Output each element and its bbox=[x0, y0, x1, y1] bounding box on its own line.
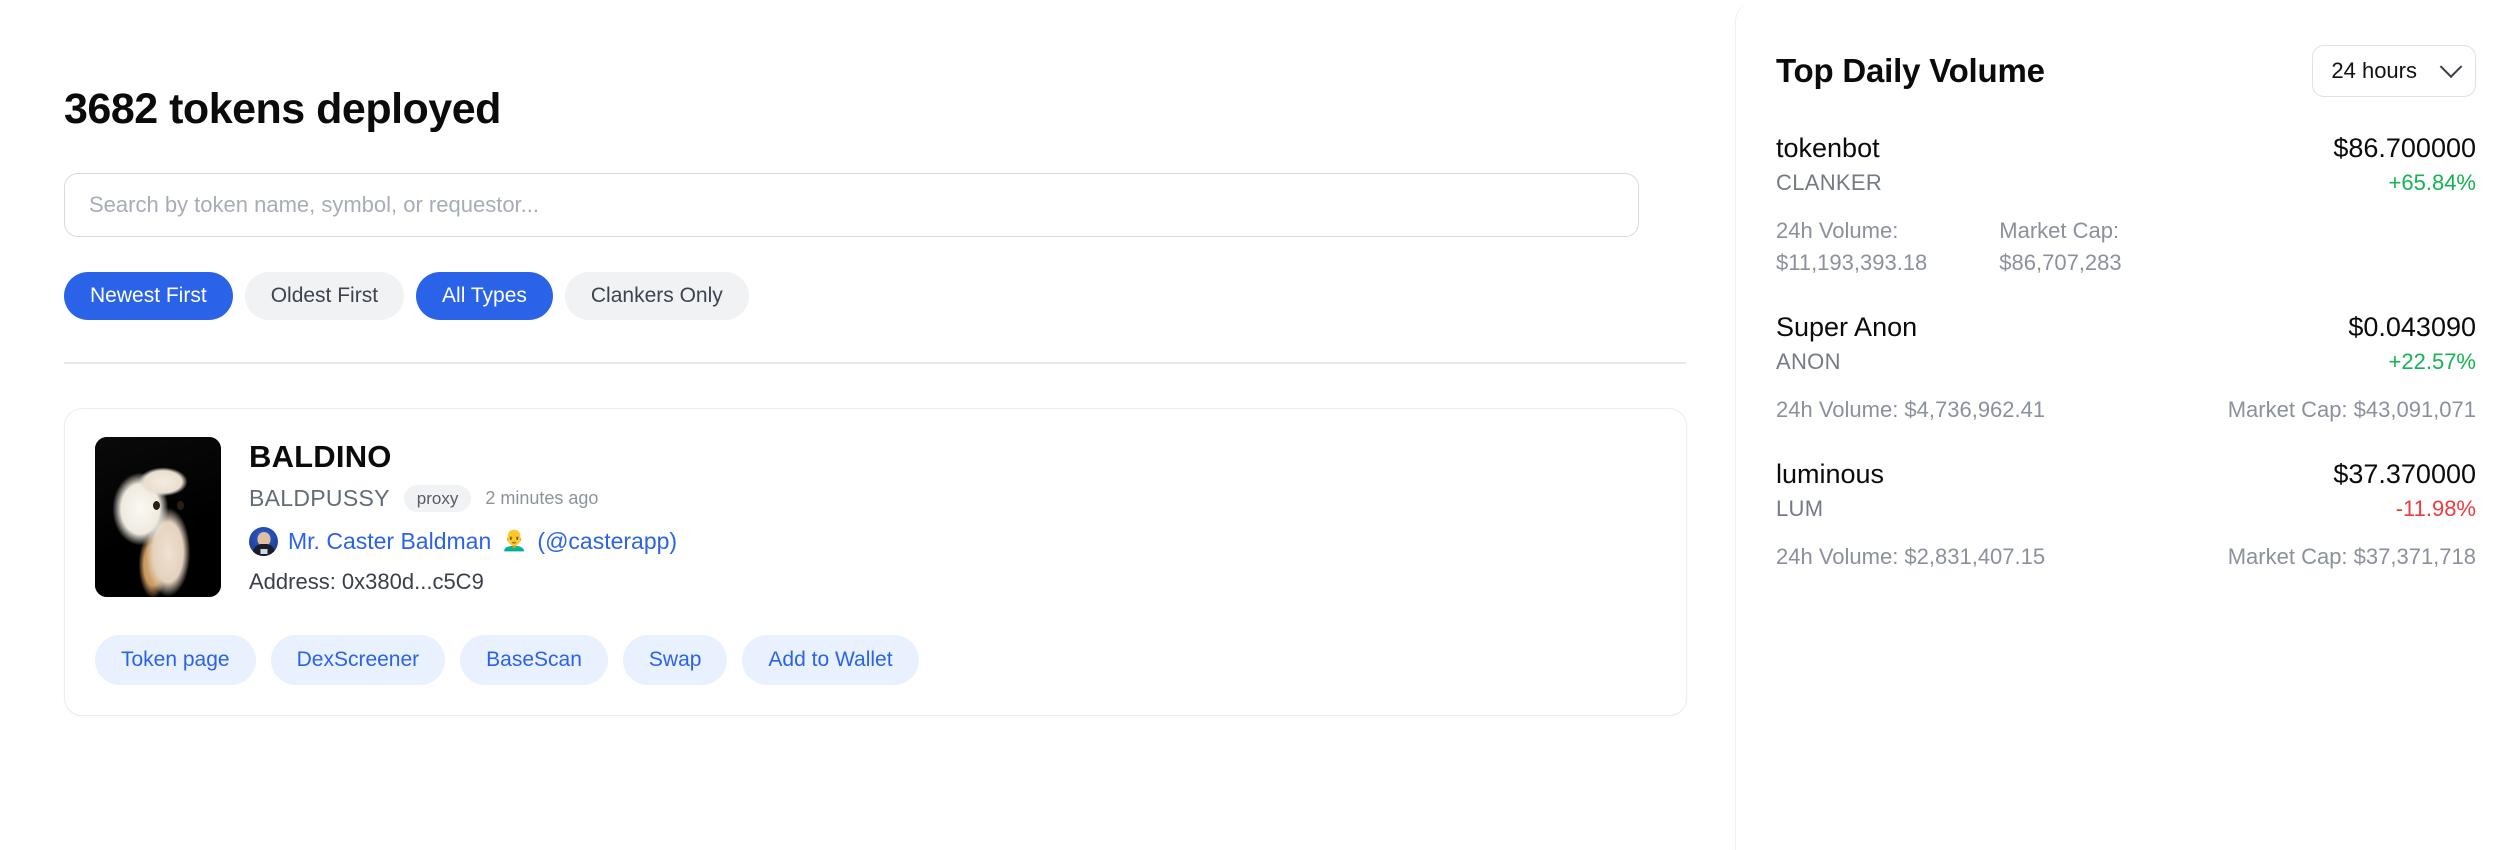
token-name: tokenbot bbox=[1776, 133, 1880, 163]
creator-avatar bbox=[249, 526, 278, 556]
creator-handle-link[interactable]: (@casterapp) bbox=[537, 528, 677, 555]
swap-button[interactable]: Swap bbox=[622, 635, 728, 686]
bald-man-emoji: 👨‍🦲 bbox=[501, 529, 528, 553]
token-symbol: BALDPUSSY bbox=[249, 484, 390, 511]
market-cap-inline: Market Cap: $37,371,718 bbox=[2227, 544, 2476, 569]
app-root: 3682 tokens deployed Newest First Oldest… bbox=[0, 0, 2516, 850]
token-name: BALDINO bbox=[249, 439, 392, 475]
token-thumbnail-image bbox=[95, 437, 221, 598]
filter-oldest-first[interactable]: Oldest First bbox=[244, 272, 405, 321]
token-name: Super Anon bbox=[1776, 312, 1918, 342]
token-creator-row: Mr. Caster Baldman 👨‍🦲 (@casterapp) bbox=[249, 526, 677, 556]
chevron-down-icon bbox=[2439, 55, 2463, 79]
dexscreener-button[interactable]: DexScreener bbox=[270, 635, 446, 686]
token-change-badge: +65.84% bbox=[2388, 170, 2476, 195]
filter-pill-group: Newest First Oldest First All Types Clan… bbox=[64, 272, 1654, 321]
volume-inline: 24h Volume: $4,736,962.41 bbox=[1776, 397, 2046, 422]
volume-value: $11,193,393.18 bbox=[1776, 250, 1928, 275]
token-symbol: ANON bbox=[1776, 349, 1841, 374]
filter-all-types[interactable]: All Types bbox=[416, 272, 553, 321]
token-name: luminous bbox=[1776, 459, 1885, 489]
token-action-row: Token page DexScreener BaseScan Swap Add… bbox=[95, 635, 1656, 686]
filter-clankers-only[interactable]: Clankers Only bbox=[564, 272, 749, 321]
token-address: Address: 0x380d...c5C9 bbox=[249, 568, 484, 594]
market-cap-inline: Market Cap: $43,091,071 bbox=[2227, 397, 2476, 422]
volume-list: tokenbot $86.700000 CLANKER +65.84% 24h … bbox=[1776, 133, 2476, 570]
market-cap-label: Market Cap: bbox=[1999, 218, 2120, 243]
list-item[interactable]: Super Anon $0.043090 ANON +22.57% 24h Vo… bbox=[1776, 312, 2476, 423]
volume-inline: 24h Volume: $2,831,407.15 bbox=[1776, 544, 2046, 569]
token-price: $86.700000 bbox=[2333, 133, 2476, 163]
time-range-select[interactable]: 24 hours bbox=[2312, 45, 2476, 97]
market-cap-value: $86,707,283 bbox=[1999, 250, 2122, 275]
token-page-button[interactable]: Token page bbox=[95, 635, 256, 686]
search-bar bbox=[64, 173, 1639, 238]
token-timestamp: 2 minutes ago bbox=[485, 487, 599, 508]
token-stats: 24h Volume: $2,831,407.15 Market Cap: $3… bbox=[1776, 544, 2476, 570]
main-column: 3682 tokens deployed Newest First Oldest… bbox=[0, 0, 1735, 850]
add-to-wallet-button[interactable]: Add to Wallet bbox=[742, 635, 919, 686]
section-divider bbox=[64, 362, 1686, 365]
time-range-value: 24 hours bbox=[2331, 58, 2417, 83]
sidebar-title: Top Daily Volume bbox=[1776, 52, 2045, 89]
list-item[interactable]: tokenbot $86.700000 CLANKER +65.84% 24h … bbox=[1776, 133, 2476, 276]
search-input[interactable] bbox=[64, 173, 1639, 238]
list-item[interactable]: luminous $37.370000 LUM -11.98% 24h Volu… bbox=[1776, 459, 2476, 570]
basescan-button[interactable]: BaseScan bbox=[460, 635, 608, 686]
token-symbol: LUM bbox=[1776, 496, 1824, 521]
token-meta-row: BALDPUSSY proxy 2 minutes ago bbox=[249, 484, 677, 512]
token-stats: 24h Volume: $11,193,393.18 Market Cap: $… bbox=[1776, 218, 2476, 276]
sidebar-header: Top Daily Volume 24 hours bbox=[1776, 45, 2476, 97]
token-change-badge: -11.98% bbox=[2395, 496, 2476, 521]
token-price: $0.043090 bbox=[2348, 312, 2476, 342]
creator-name-link[interactable]: Mr. Caster Baldman bbox=[288, 528, 491, 555]
top-daily-volume-panel: Top Daily Volume 24 hours tokenbot $86.7… bbox=[1735, 0, 2516, 850]
filter-newest-first[interactable]: Newest First bbox=[64, 272, 233, 321]
token-type-badge: proxy bbox=[403, 484, 472, 512]
token-change-badge: +22.57% bbox=[2388, 349, 2476, 374]
token-price: $37.370000 bbox=[2333, 459, 2476, 489]
page-title: 3682 tokens deployed bbox=[64, 85, 501, 133]
token-card[interactable]: BALDINO BALDPUSSY proxy 2 minutes ago Mr… bbox=[64, 408, 1687, 717]
token-stats: 24h Volume: $4,736,962.41 Market Cap: $4… bbox=[1776, 397, 2476, 423]
volume-label: 24h Volume: bbox=[1776, 218, 1899, 243]
token-symbol: CLANKER bbox=[1776, 170, 1883, 195]
